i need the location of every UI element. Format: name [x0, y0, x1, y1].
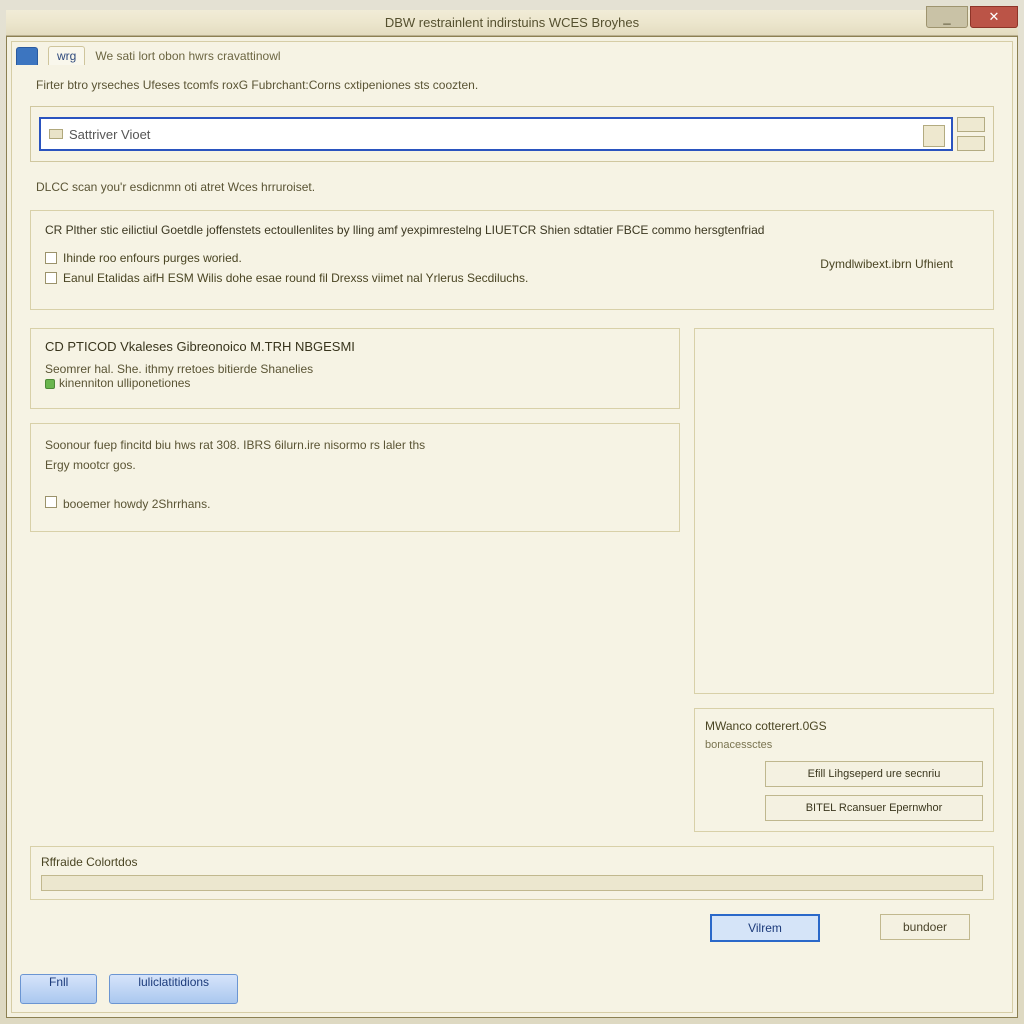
post-combo-note: DLCC scan you'r esdicnmn oti atret Wces …	[36, 180, 994, 194]
progress-panel: Rffraide Colortdos	[30, 846, 994, 900]
action-sub: bonacessctes	[705, 739, 983, 751]
close-button[interactable]: ✕	[970, 6, 1018, 28]
action-button-2[interactable]: BITEL Rcansuer Epernwhor	[765, 795, 983, 821]
status-icon	[45, 379, 55, 389]
window-title: DBW restrainlent indirstuins WCES Broyhe…	[385, 15, 639, 30]
secondary-button[interactable]: bundoer	[880, 914, 970, 940]
progress-bar	[41, 875, 983, 891]
action-header: MWanco cotterert.0GS	[705, 719, 983, 733]
primary-button[interactable]: Vilrem	[710, 914, 820, 942]
source-selector-panel: Sattriver Vioet	[30, 106, 994, 162]
checkbox-opt1[interactable]	[45, 252, 57, 264]
action-panel: MWanco cotterert.0GS bonacessctes Efill …	[694, 708, 994, 832]
source-combo-value: Sattriver Vioet	[69, 127, 150, 142]
minimize-button[interactable]: _	[926, 6, 968, 28]
window-titlebar: DBW restrainlent indirstuins WCES Broyhe…	[6, 10, 1018, 36]
note-checkbox[interactable]	[45, 496, 57, 508]
notes-panel: Soonour fuep fincitd biu hws rat 308. IB…	[30, 423, 680, 532]
app-icon	[16, 47, 38, 65]
action-button-1[interactable]: Efill Lihgseperd ure secnriu	[765, 761, 983, 787]
progress-label: Rffraide Colortdos	[41, 855, 983, 869]
note-line1: Soonour fuep fincitd biu hws rat 308. IB…	[45, 438, 665, 452]
note-line2: Ergy mootcr gos.	[45, 458, 665, 472]
opt2-label: Eanul Etalidas aifH ESM Wilis dohe esae …	[63, 271, 528, 285]
opt1-label: Ihinde roo enfours purges woried.	[63, 251, 242, 265]
dialog-body: wrg We sati lort obon hwrs cravattinowl …	[11, 41, 1013, 1013]
note-line3: booemer howdy 2Shrrhans.	[63, 497, 210, 511]
tab-description: We sati lort obon hwrs cravattinowl	[95, 49, 280, 63]
secondary-line2: kinenniton ulliponetiones	[59, 376, 190, 390]
tab-main[interactable]: wrg	[48, 46, 85, 65]
checkbox-opt2[interactable]	[45, 272, 57, 284]
secondary-panel: CD PTICOD Vkaleses Gibreonoico M.TRH NBG…	[30, 328, 680, 409]
opt-right-label: Dymdlwibext.ibrn Ufhient	[820, 257, 953, 271]
bottom-button-1[interactable]: Fnll	[20, 974, 97, 1004]
tool-button-2[interactable]	[957, 136, 985, 151]
document-icon	[49, 129, 63, 139]
intro-text: Firter btro yrseches Ufeses tcomfs roxG …	[36, 78, 994, 92]
secondary-panel-header: CD PTICOD Vkaleses Gibreonoico M.TRH NBG…	[45, 339, 665, 354]
options-header: CR Plther stic eilictiul Goetdle joffens…	[45, 223, 979, 237]
source-combo[interactable]: Sattriver Vioet	[39, 117, 953, 151]
outer-frame: wrg We sati lort obon hwrs cravattinowl …	[6, 36, 1018, 1018]
tool-button-1[interactable]	[957, 117, 985, 132]
secondary-line1: Seomrer hal. She. ithmy rretoes bitierde…	[45, 362, 665, 376]
options-panel-1: CR Plther stic eilictiul Goetdle joffens…	[30, 210, 994, 310]
right-spacer	[694, 328, 994, 694]
bottom-button-2[interactable]: luliclatitidions	[109, 974, 238, 1004]
